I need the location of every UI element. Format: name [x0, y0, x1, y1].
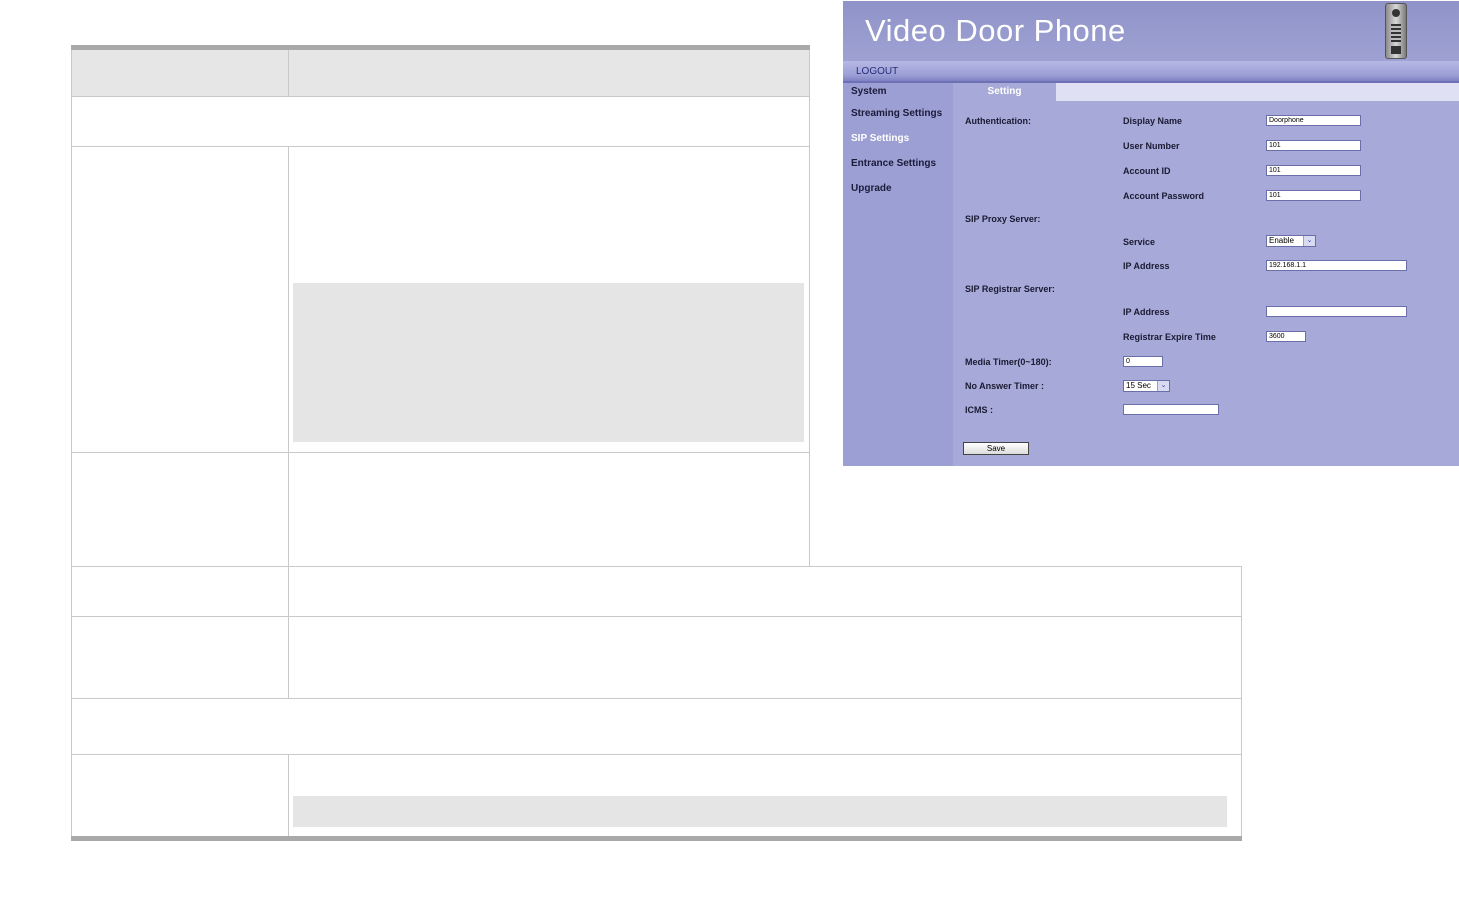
video-door-phone-panel: Video Door Phone LOGOUT System Streaming… — [843, 1, 1459, 466]
chevron-down-icon: ⌄ — [1303, 236, 1315, 246]
table-label-cell — [72, 567, 289, 616]
no-answer-timer-label: No Answer Timer : — [965, 381, 1045, 391]
media-timer-field[interactable] — [1123, 356, 1163, 367]
tab-strip: Setting — [953, 83, 1459, 101]
table-row — [71, 566, 1242, 617]
note-box — [293, 283, 804, 442]
table-header-cell — [72, 50, 289, 96]
logout-bar: LOGOUT — [843, 61, 1459, 83]
display-name-field[interactable] — [1266, 115, 1361, 126]
sidebar-item-entrance-settings[interactable]: Entrance Settings — [851, 158, 936, 169]
account-password-label: Account Password — [1123, 191, 1205, 201]
account-password-field[interactable] — [1266, 190, 1361, 201]
table-label-cell — [72, 147, 289, 452]
sidebar-item-sip-settings[interactable]: SIP Settings — [851, 133, 909, 144]
table-row — [71, 453, 810, 566]
service-select-value: Enable — [1269, 236, 1294, 245]
registrar-ip-field[interactable] — [1266, 306, 1407, 317]
icms-field[interactable] — [1123, 404, 1219, 415]
service-label: Service — [1123, 237, 1156, 247]
tab-setting[interactable]: Setting — [953, 83, 1056, 101]
header-banner: Video Door Phone — [843, 1, 1459, 61]
logout-link[interactable]: LOGOUT — [856, 66, 898, 77]
account-id-field[interactable] — [1266, 165, 1361, 176]
no-answer-timer-select[interactable]: 15 Sec ⌄ — [1123, 380, 1170, 392]
table-header-row — [71, 50, 810, 97]
authentication-section-label: Authentication: — [965, 116, 1031, 126]
icms-label: ICMS : — [965, 405, 993, 415]
table-label-cell — [72, 617, 289, 698]
sidebar: System Streaming Settings SIP Settings E… — [843, 83, 953, 466]
sip-settings-form: Authentication: Display Name User Number… — [953, 101, 1459, 466]
sidebar-item-streaming-settings[interactable]: Streaming Settings — [851, 108, 942, 119]
table-bottom-rule — [71, 836, 1242, 841]
table-label-cell — [72, 755, 289, 836]
table-row — [71, 617, 1242, 699]
table-row — [71, 147, 810, 453]
registrar-ip-label: IP Address — [1123, 307, 1170, 317]
note-box — [293, 796, 1227, 827]
table-section-row — [71, 699, 1242, 755]
no-answer-timer-value: 15 Sec — [1126, 381, 1151, 390]
sip-proxy-section-label: SIP Proxy Server: — [965, 214, 1041, 224]
sip-registrar-section-label: SIP Registrar Server: — [965, 284, 1055, 294]
registrar-expire-field[interactable] — [1266, 331, 1306, 342]
proxy-ip-field[interactable] — [1266, 260, 1407, 271]
table-section-row — [71, 97, 810, 147]
app-title: Video Door Phone — [865, 13, 1126, 48]
door-phone-device-icon — [1385, 3, 1407, 59]
proxy-ip-label: IP Address — [1123, 261, 1170, 271]
save-button[interactable]: Save — [963, 442, 1029, 455]
user-number-label: User Number — [1123, 141, 1180, 151]
table-row — [71, 755, 1242, 836]
registrar-expire-label: Registrar Expire Time — [1123, 332, 1216, 342]
sidebar-item-system[interactable]: System — [851, 86, 887, 97]
display-name-label: Display Name — [1123, 116, 1183, 126]
user-number-field[interactable] — [1266, 140, 1361, 151]
media-timer-label: Media Timer(0~180): — [965, 357, 1052, 367]
sidebar-item-upgrade[interactable]: Upgrade — [851, 183, 892, 194]
table-label-cell — [72, 453, 289, 566]
chevron-down-icon: ⌄ — [1157, 381, 1169, 391]
service-select[interactable]: Enable ⌄ — [1266, 235, 1316, 247]
account-id-label: Account ID — [1123, 166, 1171, 176]
